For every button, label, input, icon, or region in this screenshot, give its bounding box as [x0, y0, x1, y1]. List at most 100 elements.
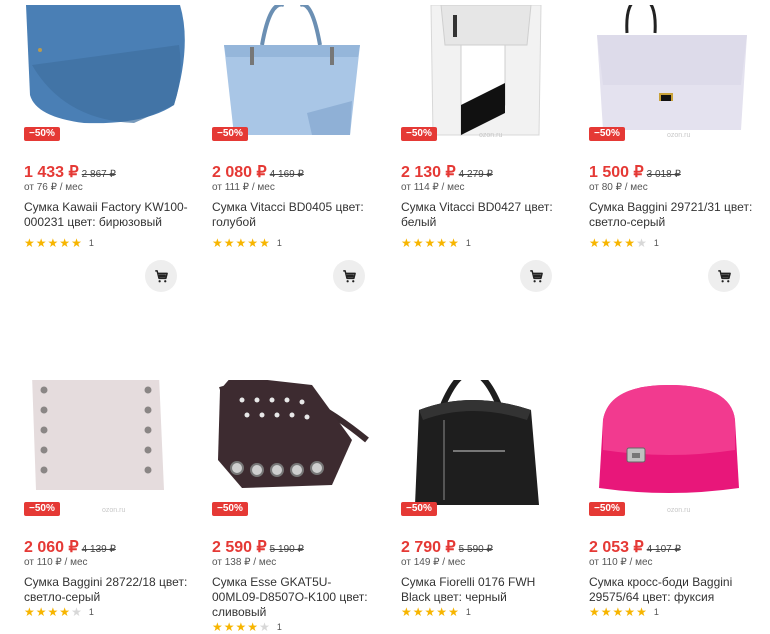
plum-grommet-bag-image — [218, 380, 369, 488]
star-icon: ★ — [600, 605, 612, 619]
cart-icon — [342, 269, 356, 282]
current-price: 1 433 ₽ — [24, 164, 79, 181]
star-icon: ★ — [412, 605, 424, 619]
price-row: 1 500 ₽3 018 ₽ — [589, 162, 681, 182]
review-count[interactable]: 1 — [654, 238, 659, 248]
product-title[interactable]: Сумка Baggini 29721/31 цвет: светло-серы… — [589, 200, 754, 230]
discount-badge: −50% — [24, 502, 60, 516]
review-count[interactable]: 1 — [466, 607, 471, 617]
star-icon: ★ — [624, 605, 636, 619]
old-price: 4 169 ₽ — [269, 169, 304, 180]
price-row: 2 130 ₽4 279 ₽ — [401, 162, 493, 182]
old-price: 4 279 ₽ — [458, 169, 493, 180]
star-icon: ★ — [71, 236, 82, 250]
installment-text: от 138 ₽ / мес — [212, 557, 277, 568]
watermark: ozon.ru — [479, 132, 503, 139]
product-image[interactable] — [24, 5, 194, 140]
star-icon: ★ — [212, 620, 223, 634]
watermark: ozon.ru — [667, 132, 691, 139]
current-price: 1 500 ₽ — [589, 164, 644, 181]
star-icon: ★ — [448, 605, 459, 619]
product-title[interactable]: Сумка Vitacci BD0405 цвет: голубой — [212, 200, 377, 230]
old-price: 5 590 ₽ — [458, 544, 493, 555]
product-image[interactable] — [401, 380, 571, 515]
current-price: 2 053 ₽ — [589, 539, 644, 556]
black-hobo-bag-image — [415, 380, 539, 505]
product-title[interactable]: Сумка Vitacci BD0427 цвет: белый — [401, 200, 566, 230]
price-row: 2 053 ₽4 107 ₽ — [589, 537, 681, 557]
installment-text: от 111 ₽ / мес — [212, 182, 275, 193]
product-image[interactable] — [212, 5, 382, 140]
discount-badge: −50% — [401, 127, 437, 141]
add-to-cart-button[interactable] — [333, 260, 365, 292]
product-title[interactable]: Сумка Baggini 28722/18 цвет: светло-серы… — [24, 575, 189, 605]
blue-saddle-bag-image — [26, 5, 185, 124]
installment-text: от 114 ₽ / мес — [401, 182, 465, 193]
installment-text: от 110 ₽ / мес — [24, 557, 88, 568]
product-title[interactable]: Сумка кросс-боди Baggini 29575/64 цвет: … — [589, 575, 754, 605]
product-image[interactable] — [401, 5, 571, 140]
product-title[interactable]: Сумка Esse GKAT5U-00ML09-D8507O-K100 цве… — [212, 575, 377, 620]
star-rating: ★ ★ ★ ★ ★ — [212, 621, 271, 633]
price-row: 2 060 ₽4 139 ₽ — [24, 537, 116, 557]
installment-text: от 149 ₽ / мес — [401, 557, 466, 568]
star-icon: ★ — [636, 236, 647, 250]
rating: ★ ★ ★ ★ ★ 1 — [24, 606, 94, 618]
review-count[interactable]: 1 — [654, 607, 659, 617]
review-count[interactable]: 1 — [277, 622, 282, 632]
review-count[interactable]: 1 — [466, 238, 471, 248]
add-to-cart-button[interactable] — [145, 260, 177, 292]
star-icon: ★ — [35, 236, 47, 250]
star-icon: ★ — [24, 605, 35, 619]
rating: ★ ★ ★ ★ ★ 1 — [589, 606, 659, 618]
discount-badge: −50% — [212, 127, 248, 141]
fuchsia-crossbody-bag-image — [599, 385, 739, 493]
add-to-cart-button[interactable] — [708, 260, 740, 292]
product-grid: −50% 1 433 ₽2 867 ₽ от 76 ₽ / мес Сумка … — [0, 0, 770, 633]
review-count[interactable]: 1 — [277, 238, 282, 248]
star-icon: ★ — [59, 236, 71, 250]
rating: ★ ★ ★ ★ ★ 1 — [401, 606, 471, 618]
star-icon: ★ — [24, 236, 35, 250]
star-rating: ★ ★ ★ ★ ★ — [589, 237, 648, 249]
installment-text: от 76 ₽ / мес — [24, 182, 83, 193]
price-row: 2 790 ₽5 590 ₽ — [401, 537, 493, 557]
old-price: 4 139 ₽ — [81, 544, 116, 555]
old-price: 2 867 ₽ — [81, 169, 116, 180]
star-icon: ★ — [247, 236, 259, 250]
star-rating: ★ ★ ★ ★ ★ — [589, 606, 648, 618]
star-rating: ★ ★ ★ ★ ★ — [24, 237, 83, 249]
discount-badge: −50% — [24, 127, 60, 141]
star-icon: ★ — [247, 620, 259, 634]
discount-badge: −50% — [589, 502, 625, 516]
star-icon: ★ — [424, 605, 436, 619]
add-to-cart-button[interactable] — [520, 260, 552, 292]
current-price: 2 060 ₽ — [24, 539, 79, 556]
product-image[interactable] — [589, 5, 759, 140]
current-price: 2 590 ₽ — [212, 539, 267, 556]
product-image[interactable] — [212, 380, 382, 515]
product-title[interactable]: Сумка Fiorelli 0176 FWH Black цвет: черн… — [401, 575, 566, 605]
star-icon: ★ — [600, 236, 612, 250]
discount-badge: −50% — [589, 127, 625, 141]
rating: ★ ★ ★ ★ ★ 1 — [24, 237, 94, 249]
review-count[interactable]: 1 — [89, 238, 94, 248]
product-title[interactable]: Сумка Kawaii Factory KW100-000231 цвет: … — [24, 200, 189, 230]
star-rating: ★ ★ ★ ★ ★ — [401, 606, 460, 618]
product-image[interactable] — [589, 380, 759, 515]
review-count[interactable]: 1 — [89, 607, 94, 617]
discount-badge: −50% — [212, 502, 248, 516]
rating: ★ ★ ★ ★ ★ 1 — [401, 237, 471, 249]
star-rating: ★ ★ ★ ★ ★ — [401, 237, 460, 249]
current-price: 2 130 ₽ — [401, 164, 456, 181]
old-price: 3 018 ₽ — [646, 169, 681, 180]
price-row: 1 433 ₽2 867 ₽ — [24, 162, 116, 182]
star-icon: ★ — [259, 620, 270, 634]
star-icon: ★ — [223, 236, 235, 250]
light-blue-tote-bag-image — [224, 5, 360, 135]
star-icon: ★ — [612, 236, 624, 250]
grey-studded-tote-image — [32, 380, 164, 490]
product-image[interactable] — [24, 380, 194, 515]
lavender-top-handle-bag-image — [597, 5, 747, 130]
star-icon: ★ — [59, 605, 71, 619]
